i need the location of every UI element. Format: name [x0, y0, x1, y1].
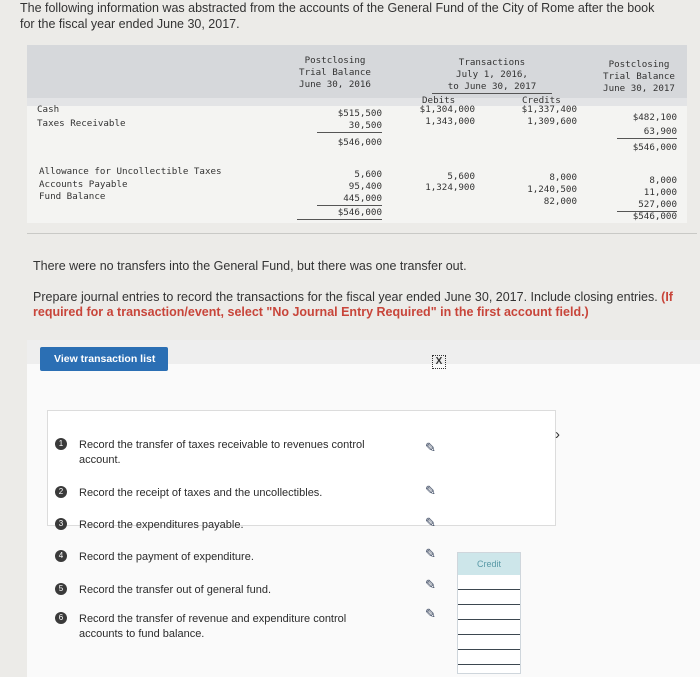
- row-label: Accounts Payable: [39, 179, 128, 190]
- pencil-icon[interactable]: ✎: [425, 607, 437, 620]
- transaction-item-6[interactable]: 6 Record the transfer of revenue and exp…: [47, 612, 377, 642]
- row-pre: 30,500: [317, 120, 382, 133]
- intro-text: The following information was abstracted…: [20, 0, 700, 32]
- item-text: Record the payment of expenditure.: [79, 551, 254, 563]
- row-label: Taxes Receivable: [37, 118, 126, 129]
- row-label: Fund Balance: [39, 191, 106, 202]
- credit-column: Credit: [457, 552, 521, 674]
- item-number: 2: [55, 486, 67, 498]
- row-label: Cash: [37, 104, 60, 115]
- row-post: 11,000: [643, 187, 677, 198]
- intro-line-1: The following information was abstracted…: [20, 1, 655, 15]
- credit-field[interactable]: [458, 620, 520, 635]
- item-number: 5: [55, 583, 67, 595]
- head-right: Postclosing Trial Balance June 30, 2017: [603, 59, 675, 94]
- credit-field[interactable]: [458, 590, 520, 605]
- row-cr: 8,000: [549, 172, 577, 183]
- item-text: Record the expenditures payable.: [79, 519, 244, 531]
- close-icon[interactable]: X: [432, 355, 446, 369]
- head-mid: Transactions July 1, 2016, to June 30, 2…: [432, 57, 552, 94]
- row-dr: 1,324,900: [425, 182, 475, 193]
- row-post-total: $546,000: [632, 211, 677, 222]
- instructions-text: Prepare journal entries to record the tr…: [33, 290, 658, 304]
- credit-field[interactable]: [458, 605, 520, 620]
- row-pre: 5,600: [354, 169, 382, 180]
- row-cr: $1,337,400: [521, 104, 577, 115]
- row-post: 8,000: [649, 175, 677, 186]
- row-pre: 95,400: [348, 181, 382, 192]
- row-dr: $1,304,000: [419, 104, 475, 115]
- row-post: $482,100: [632, 112, 677, 123]
- item-text: Record the transfer out of general fund.: [79, 584, 272, 596]
- item-number: 1: [55, 438, 67, 450]
- row-pre: $515,500: [337, 108, 382, 119]
- head-left: Postclosing Trial Balance June 30, 2016: [299, 55, 371, 90]
- item-text: Record the transfer of revenue and expen…: [79, 613, 347, 640]
- credit-header: Credit: [458, 553, 520, 575]
- item-number: 3: [55, 518, 67, 530]
- credit-field[interactable]: [458, 575, 520, 590]
- transaction-item-4[interactable]: 4 Record the payment of expenditure.: [47, 550, 377, 565]
- row-post-total: $546,000: [632, 142, 677, 153]
- transaction-item-3[interactable]: 3 Record the expenditures payable.: [47, 518, 377, 533]
- pencil-icon[interactable]: ✎: [425, 441, 437, 454]
- row-label: Allowance for Uncollectible Taxes: [39, 166, 222, 177]
- chevron-right-icon[interactable]: ›: [555, 426, 560, 443]
- row-pre-total: $546,000: [297, 207, 382, 220]
- row-cr: 82,000: [543, 196, 577, 207]
- item-text: Record the transfer of taxes receivable …: [79, 439, 365, 466]
- transaction-item-1[interactable]: 1 Record the transfer of taxes receivabl…: [47, 438, 377, 468]
- pencil-icon[interactable]: ✎: [425, 484, 437, 497]
- transaction-dropdown: [47, 410, 556, 526]
- transfer-note: There were no transfers into the General…: [33, 259, 467, 273]
- item-text: Record the receipt of taxes and the unco…: [79, 487, 323, 499]
- pencil-icon[interactable]: ✎: [425, 547, 437, 560]
- pencil-icon[interactable]: ✎: [425, 516, 437, 529]
- intro-line-2: for the fiscal year ended June 30, 2017.: [20, 17, 240, 31]
- item-number: 6: [55, 612, 67, 624]
- credit-field[interactable]: [458, 650, 520, 665]
- pencil-icon[interactable]: ✎: [425, 578, 437, 591]
- row-dr: 1,343,000: [425, 116, 475, 127]
- transaction-item-5[interactable]: 5 Record the transfer out of general fun…: [47, 583, 377, 598]
- transaction-item-2[interactable]: 2 Record the receipt of taxes and the un…: [47, 486, 377, 501]
- journal-panel: View transaction list X › 1 Record the t…: [27, 340, 700, 677]
- row-pre-total: $546,000: [337, 137, 382, 148]
- trial-balance-table: Postclosing Trial Balance June 30, 2016 …: [27, 45, 697, 234]
- header-band-lower: [27, 98, 687, 106]
- item-number: 4: [55, 550, 67, 562]
- row-post: 63,900: [617, 126, 677, 139]
- row-pre: 445,000: [317, 193, 382, 206]
- row-cr: 1,240,500: [527, 184, 577, 195]
- divider: [27, 233, 697, 234]
- instructions: Prepare journal entries to record the tr…: [33, 290, 700, 320]
- row-cr: 1,309,600: [527, 116, 577, 127]
- view-transaction-list-button[interactable]: View transaction list: [40, 347, 168, 371]
- credit-field[interactable]: [458, 635, 520, 650]
